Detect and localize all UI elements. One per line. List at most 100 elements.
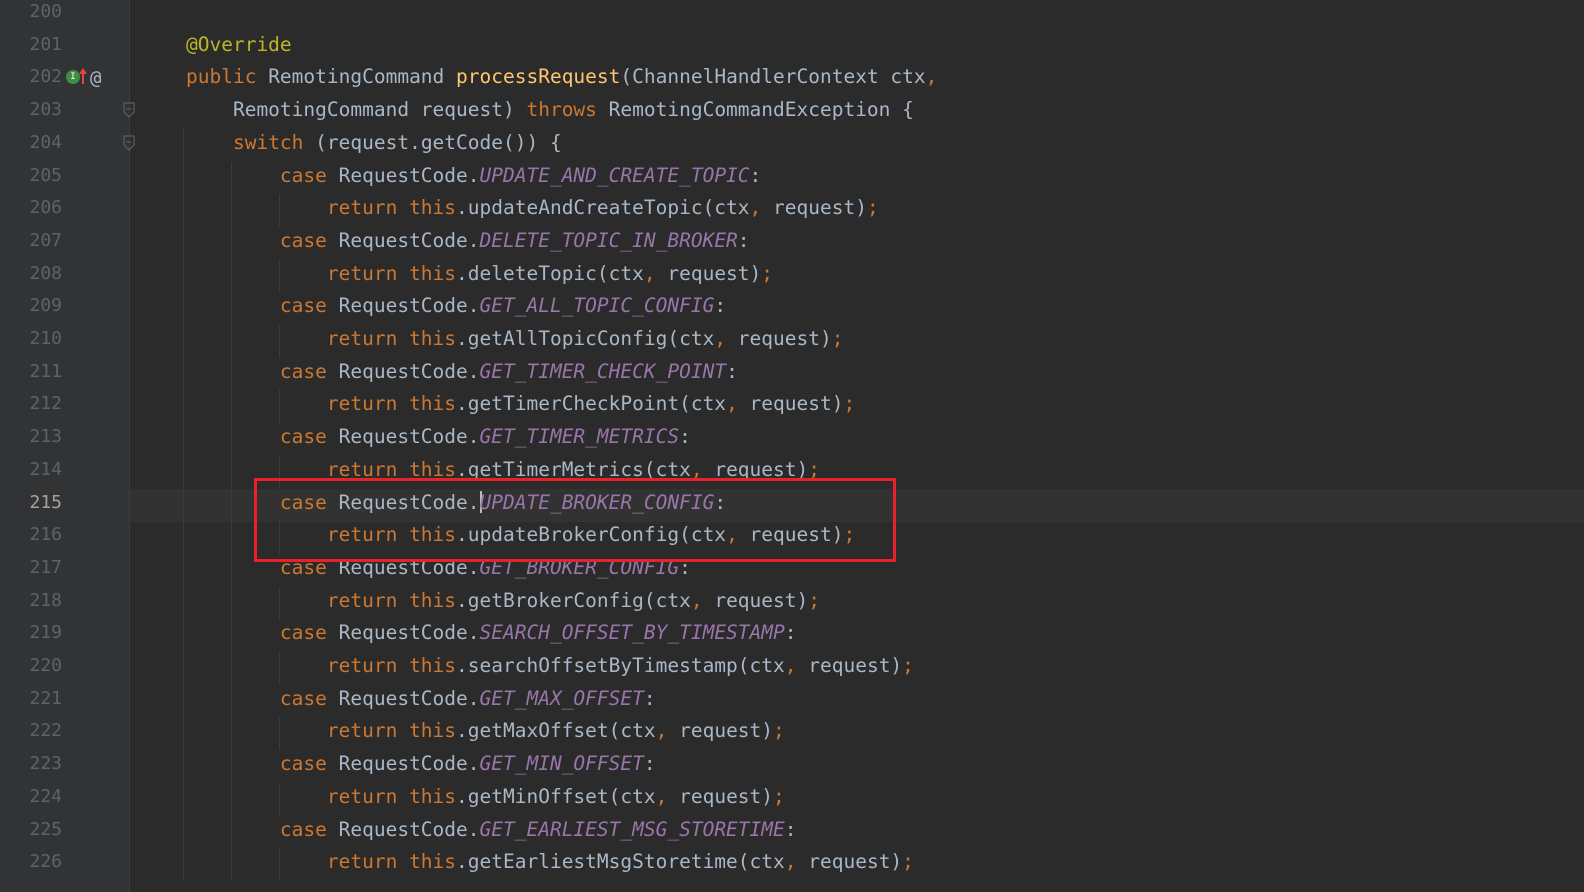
line-number[interactable]: 202 (8, 63, 62, 96)
code-line[interactable]: case RequestCode.GET_MAX_OFFSET: (130, 684, 1584, 718)
line-number[interactable]: 222 (8, 717, 62, 750)
line-number[interactable]: 219 (8, 619, 62, 652)
line-number[interactable]: 207 (8, 227, 62, 260)
code-token: GET_MAX_OFFSET (479, 686, 644, 710)
code-text: public RemotingCommand processRequest(Ch… (186, 63, 937, 91)
code-line[interactable] (130, 0, 1584, 31)
code-editor[interactable]: I @ @Override public RemotingCommand proc… (0, 0, 1584, 892)
line-number[interactable]: 206 (8, 194, 62, 227)
code-line[interactable]: return this.getTimerMetrics(ctx, request… (130, 455, 1584, 489)
code-token: , (784, 850, 809, 874)
code-line[interactable]: case RequestCode.DELETE_TOPIC_IN_BROKER: (130, 226, 1584, 260)
code-token: RequestCode. (338, 359, 480, 383)
code-token: GET_BROKER_CONFIG (479, 555, 680, 579)
code-token: , (655, 719, 680, 743)
code-line[interactable]: case RequestCode.SEARCH_OFFSET_BY_TIMEST… (130, 619, 1584, 653)
line-number[interactable]: 204 (8, 129, 62, 162)
code-line[interactable]: switch (request.getCode()) { (130, 128, 1584, 162)
code-line[interactable]: return this.getEarliestMsgStoretime(ctx,… (130, 848, 1584, 882)
code-token: request) (679, 719, 774, 743)
line-number[interactable]: 214 (8, 456, 62, 489)
code-line[interactable]: case RequestCode.GET_TIMER_METRICS: (130, 423, 1584, 457)
code-line[interactable]: @Override (130, 31, 1584, 64)
line-number[interactable]: 200 (8, 0, 62, 31)
code-line[interactable]: case RequestCode.GET_TIMER_CHECK_POINT: (130, 357, 1584, 391)
code-line[interactable]: return this.getTimerCheckPoint(ctx, requ… (130, 390, 1584, 424)
code-line[interactable]: return this.getMinOffset(ctx, request); (130, 782, 1584, 816)
line-number[interactable]: 203 (8, 96, 62, 129)
line-number[interactable]: 224 (8, 783, 62, 816)
code-text: return this.getBrokerConfig(ctx, request… (186, 587, 820, 615)
line-number[interactable]: 221 (8, 685, 62, 718)
code-token: .getMaxOffset(ctx (456, 719, 656, 743)
line-number[interactable]: 218 (8, 587, 62, 620)
code-token: RequestCode. (338, 294, 480, 318)
code-line[interactable]: public RemotingCommand processRequest(Ch… (130, 63, 1584, 96)
line-number[interactable]: 225 (8, 816, 62, 849)
code-token: ; (831, 327, 844, 350)
indent-guide (183, 521, 184, 555)
code-token: return this (326, 523, 457, 547)
line-number[interactable]: 213 (8, 423, 62, 456)
code-line[interactable]: RemotingCommand request) throws Remoting… (130, 96, 1584, 129)
indent-guide (183, 652, 184, 685)
code-token: return this (326, 327, 457, 350)
line-number[interactable]: 209 (8, 292, 62, 325)
code-line[interactable]: return this.searchOffsetByTimestamp(ctx,… (130, 652, 1584, 685)
code-token: ; (761, 261, 774, 285)
code-token: case (279, 817, 339, 841)
code-area[interactable]: @Override public RemotingCommand processR… (130, 0, 1584, 892)
line-number[interactable]: 210 (8, 325, 62, 358)
line-number[interactable]: 223 (8, 750, 62, 783)
code-token: ; (808, 588, 820, 612)
code-token: RequestCode. (338, 752, 480, 776)
code-token: RemotingCommand request) (186, 98, 527, 122)
code-token: RemotingCommandException { (608, 98, 914, 122)
code-line[interactable]: return this.deleteTopic(ctx, request); (130, 259, 1584, 293)
code-text: case RequestCode.GET_MIN_OFFSET: (186, 750, 656, 778)
code-token: switch (232, 130, 316, 154)
code-token: return this (326, 654, 457, 677)
code-token: return this (326, 719, 457, 743)
code-line[interactable]: case RequestCode.GET_MIN_OFFSET: (130, 750, 1584, 784)
line-number[interactable]: 220 (8, 652, 62, 685)
indent-guide (183, 619, 184, 653)
code-line[interactable]: case RequestCode.GET_BROKER_CONFIG: (130, 553, 1584, 587)
line-number[interactable]: 217 (8, 554, 62, 587)
code-line[interactable]: case RequestCode.UPDATE_BROKER_CONFIG: (130, 488, 1584, 522)
code-token: , (690, 457, 715, 481)
indent-guide (183, 848, 184, 882)
code-token: RequestCode. (338, 163, 480, 187)
code-token: , (655, 784, 680, 808)
line-number[interactable]: 226 (8, 848, 62, 881)
line-number[interactable]: 201 (8, 31, 62, 64)
code-line[interactable]: case RequestCode.UPDATE_AND_CREATE_TOPIC… (130, 161, 1584, 195)
code-line[interactable]: return this.updateBrokerConfig(ctx, requ… (130, 521, 1584, 555)
override-up-arrow-icon[interactable] (78, 66, 88, 86)
code-line[interactable]: return this.getBrokerConfig(ctx, request… (130, 586, 1584, 620)
code-line[interactable]: return this.updateAndCreateTopic(ctx, re… (130, 194, 1584, 228)
code-token: request) (749, 523, 844, 547)
indent-guide (183, 161, 184, 195)
code-line[interactable]: case RequestCode.GET_EARLIEST_MSG_STORET… (130, 815, 1584, 849)
code-line[interactable]: return this.getAllTopicConfig(ctx, reque… (130, 325, 1584, 358)
indent-guide (183, 782, 184, 816)
code-line[interactable]: case RequestCode.GET_ALL_TOPIC_CONFIG: (130, 292, 1584, 326)
line-number[interactable]: 215 (8, 489, 62, 522)
annotation-at-icon[interactable]: @ (90, 64, 101, 92)
line-number[interactable]: 211 (8, 358, 62, 391)
code-token: , (925, 65, 938, 89)
code-line[interactable]: return this.getMaxOffset(ctx, request); (130, 717, 1584, 751)
code-token: RequestCode. (338, 228, 480, 252)
code-token: .getEarliestMsgStoretime(ctx (456, 850, 785, 874)
line-number[interactable]: 216 (8, 521, 62, 554)
line-number[interactable]: 212 (8, 390, 62, 423)
line-number[interactable]: 208 (8, 260, 62, 293)
code-token: case (279, 686, 339, 710)
line-number[interactable]: 205 (8, 162, 62, 195)
